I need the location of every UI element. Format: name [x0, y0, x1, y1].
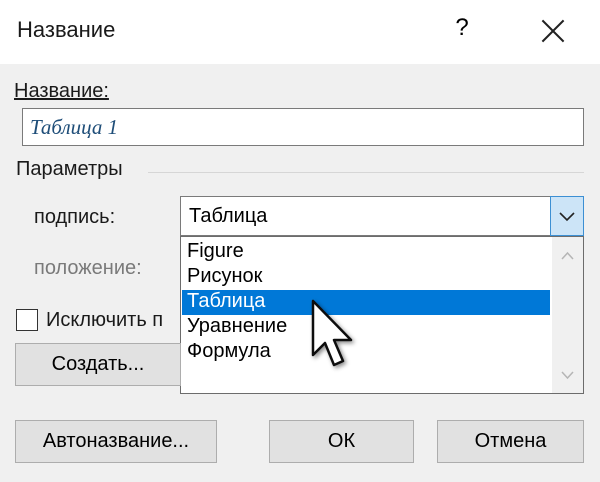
list-item-selected[interactable]: Таблица — [182, 290, 550, 315]
list-item[interactable]: Уравнение — [182, 315, 550, 340]
label-field-label: подпись: — [34, 206, 116, 228]
dropdown-button[interactable] — [550, 196, 584, 236]
label-combobox[interactable]: Таблица — [180, 196, 584, 236]
position-label: положение: — [34, 257, 142, 279]
exclude-label: Исключить п — [46, 309, 164, 331]
exclude-checkbox[interactable] — [16, 309, 38, 331]
create-button[interactable]: Создать... — [15, 343, 181, 386]
dialog-title: Название — [17, 17, 116, 42]
scroll-down-icon[interactable] — [561, 371, 574, 380]
list-item[interactable]: Формула — [182, 340, 550, 365]
caption-input[interactable]: Таблица 1 — [22, 108, 584, 146]
group-divider — [148, 172, 584, 173]
caption-dialog: Название ? Название: Таблица 1 Параметры… — [0, 0, 600, 482]
scroll-up-icon[interactable] — [561, 251, 574, 260]
title-bar: Название ? — [0, 0, 600, 64]
label-combobox-value: Таблица — [189, 205, 268, 227]
close-icon[interactable] — [538, 16, 568, 46]
ok-button[interactable]: ОК — [269, 420, 414, 463]
label-dropdown-list: Figure Рисунок Таблица Уравнение Формула — [180, 236, 584, 394]
chevron-down-icon — [559, 212, 575, 222]
cancel-button[interactable]: Отмена — [437, 420, 584, 463]
options-group-label: Параметры — [16, 158, 123, 180]
help-button[interactable]: ? — [450, 14, 474, 42]
caption-label: Название: — [14, 80, 109, 102]
list-item[interactable]: Рисунок — [182, 265, 550, 290]
list-scrollbar[interactable] — [552, 237, 583, 393]
list-item[interactable]: Figure — [182, 240, 550, 265]
auto-caption-button[interactable]: Автоназвание... — [15, 420, 217, 463]
